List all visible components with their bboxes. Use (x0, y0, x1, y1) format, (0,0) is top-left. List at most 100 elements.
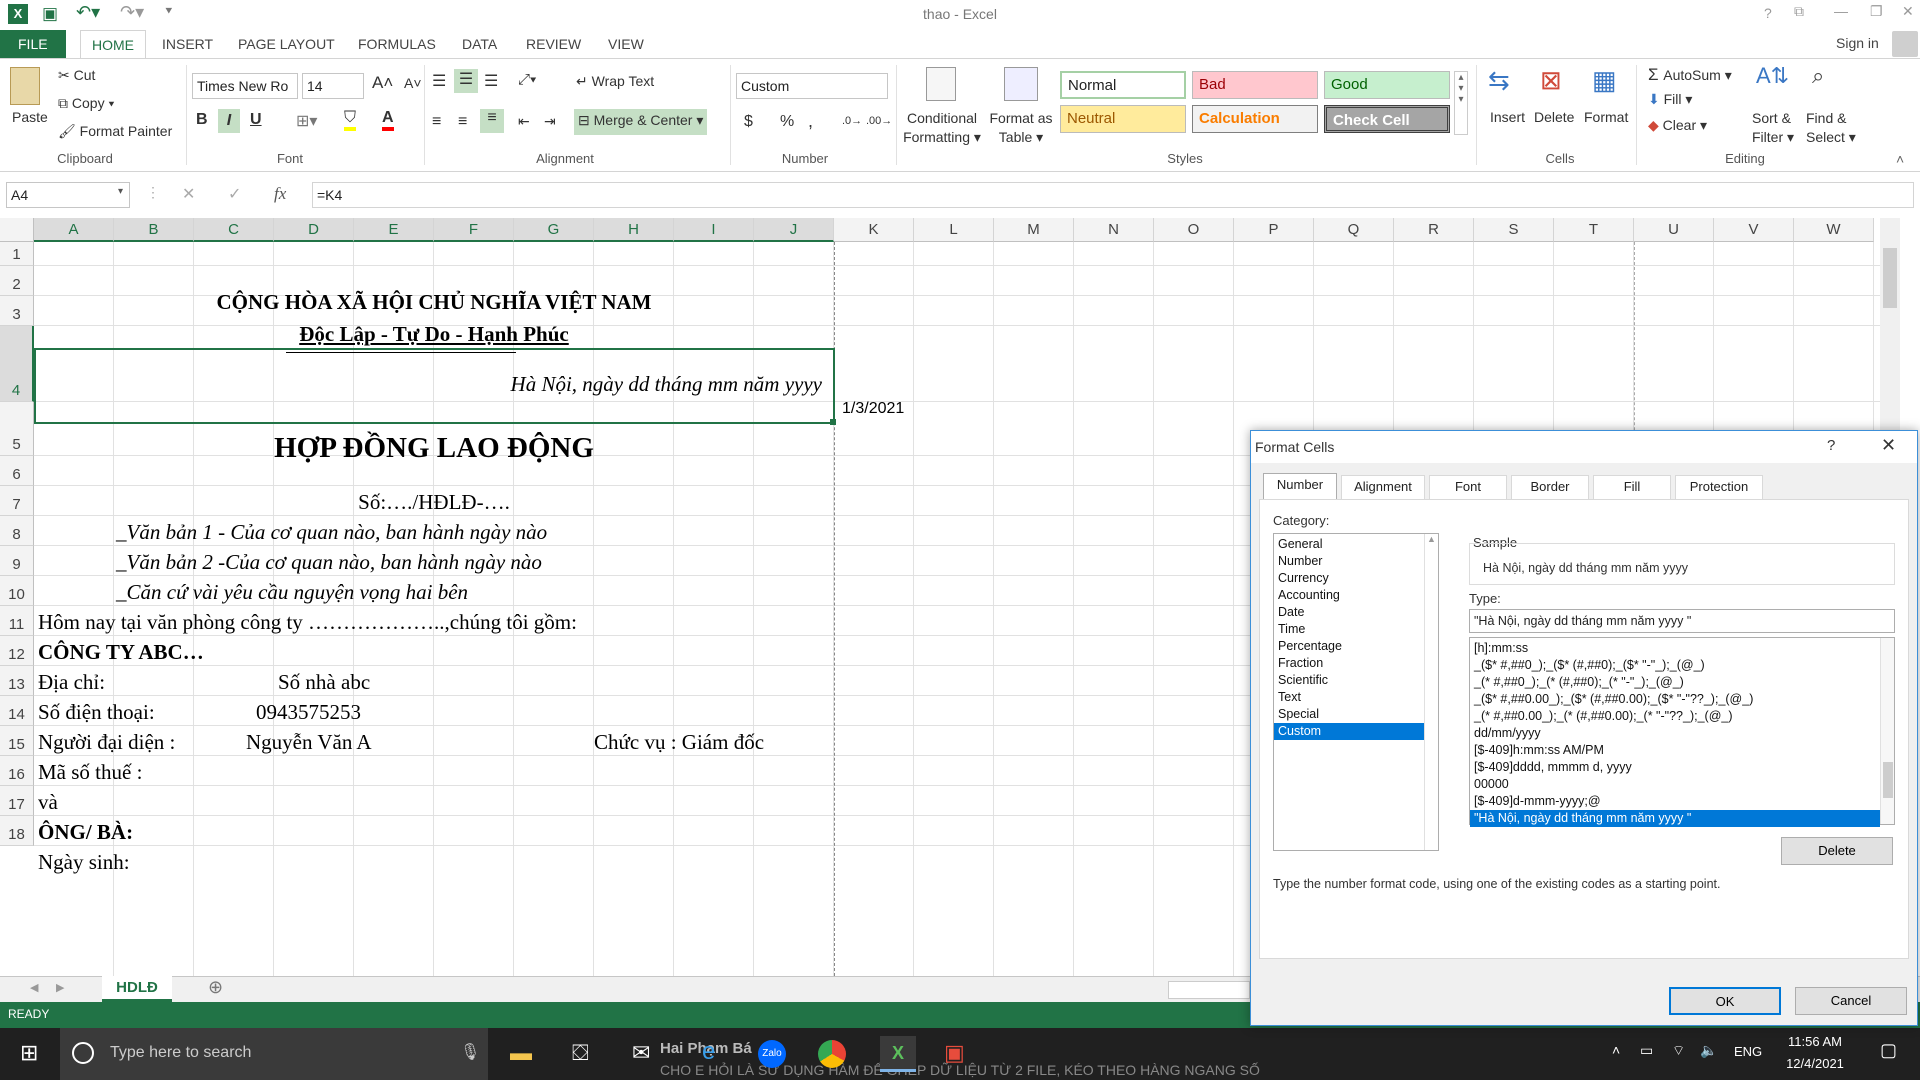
format-code-item[interactable]: _(* #,##0_);_(* (#,##0);_(* "-"_);_(@_) (1470, 674, 1880, 691)
insert-cells-icon[interactable]: ⇆ (1488, 65, 1510, 96)
category-item[interactable]: Time (1274, 621, 1424, 638)
delete-cells-button[interactable]: Delete (1534, 109, 1574, 125)
column-header-n[interactable]: N (1074, 218, 1154, 242)
cell-d13[interactable]: 0943575253 (256, 700, 361, 725)
format-scroll-thumb[interactable] (1883, 762, 1893, 798)
format-scrollbar[interactable] (1880, 638, 1894, 824)
format-code-item[interactable]: _(* #,##0.00_);_(* (#,##0.00);_(* "-"??_… (1470, 708, 1880, 725)
underline-button[interactable]: U (250, 111, 262, 129)
style-calculation[interactable]: Calculation (1192, 105, 1318, 133)
format-cells-icon[interactable]: ▦ (1592, 65, 1617, 96)
row-header-4[interactable]: 4 (0, 326, 34, 402)
next-sheet-icon[interactable]: ▶ (56, 981, 64, 994)
minimize-icon[interactable]: — (1834, 3, 1848, 19)
category-item[interactable]: Fraction (1274, 655, 1424, 672)
row-header-10[interactable]: 10 (0, 576, 34, 606)
grow-font-icon[interactable]: A˄ (372, 73, 393, 93)
dialog-close-button[interactable]: ✕ (1881, 435, 1896, 456)
cell-b9[interactable]: _Căn cứ vài yêu cầu nguyện vọng hai bên (116, 580, 468, 605)
name-box[interactable]: A4 (6, 182, 130, 208)
row-header-2[interactable]: 2 (0, 266, 34, 296)
row-header-18[interactable]: 18 (0, 816, 34, 846)
wrap-text-button[interactable]: ↵ Wrap Text (576, 73, 654, 90)
font-name-select[interactable]: Times New Ro (192, 73, 298, 99)
decrease-indent-icon[interactable]: ⇤ (518, 113, 530, 130)
conditional-formatting-button[interactable]: Conditional Formatting ▾ (902, 109, 982, 147)
format-code-item[interactable]: [h]:mm:ss (1470, 640, 1880, 657)
currency-button[interactable]: $ (744, 113, 753, 131)
increase-decimal-icon[interactable]: .0→ (842, 115, 862, 127)
cell-a18[interactable]: Ngày sinh: (38, 850, 130, 875)
row-header-13[interactable]: 13 (0, 666, 34, 696)
percent-button[interactable]: % (780, 113, 794, 131)
tab-font[interactable]: Font (1429, 475, 1507, 499)
microphone-icon[interactable]: 🎙 (460, 1042, 480, 1062)
orientation-icon[interactable]: ⤢▾ (518, 71, 536, 88)
close-window-icon[interactable]: ✕ (1902, 3, 1914, 20)
decrease-decimal-icon[interactable]: .00→ (866, 115, 892, 127)
row-header-16[interactable]: 16 (0, 756, 34, 786)
help-button[interactable]: ? (1764, 5, 1772, 21)
styles-scroll-icon[interactable]: ▴ ▾ ▾ (1454, 71, 1468, 135)
notification-icon[interactable]: ▢ (1880, 1040, 1897, 1061)
column-header-c[interactable]: C (194, 218, 274, 242)
format-code-item[interactable]: _($* #,##0_);_($* (#,##0);_($* "-"_);_(@… (1470, 657, 1880, 674)
style-neutral[interactable]: Neutral (1060, 105, 1186, 133)
excel-taskbar-icon[interactable]: X (880, 1036, 916, 1072)
column-header-w[interactable]: W (1794, 218, 1874, 242)
format-as-table-icon[interactable] (1004, 67, 1038, 101)
ribbon-display-icon[interactable]: ⧉ (1794, 3, 1804, 20)
column-header-t[interactable]: T (1554, 218, 1634, 242)
format-codes-list[interactable]: [h]:mm:ss _($* #,##0_);_($* (#,##0);_($* … (1469, 637, 1895, 827)
category-item[interactable]: Date (1274, 604, 1424, 621)
sort-filter-icon[interactable]: A⇅ (1756, 63, 1789, 89)
column-header-h[interactable]: H (594, 218, 674, 242)
cell-a5[interactable]: HỢP ĐỒNG LAO ĐỘNG (34, 432, 834, 465)
style-check-cell[interactable]: Check Cell (1324, 105, 1450, 133)
tab-protection[interactable]: Protection (1675, 475, 1763, 499)
row-header-15[interactable]: 15 (0, 726, 34, 756)
category-scrollbar[interactable]: ▲ (1424, 534, 1438, 850)
taskbar-search[interactable]: Type here to search 🎙 (60, 1028, 488, 1080)
row-header-11[interactable]: 11 (0, 606, 34, 636)
tab-fill[interactable]: Fill (1593, 475, 1671, 499)
cell-a3[interactable]: Độc Lập - Tự Do - Hạnh Phúc (34, 322, 834, 347)
prev-sheet-icon[interactable]: ◀ (30, 981, 38, 994)
format-cells-button[interactable]: Format (1584, 109, 1628, 125)
category-item[interactable]: Custom (1274, 723, 1424, 740)
avatar[interactable] (1892, 31, 1918, 57)
format-code-item[interactable]: _($* #,##0.00_);_($* (#,##0.00);_($* "-"… (1470, 691, 1880, 708)
row-header-7[interactable]: 7 (0, 486, 34, 516)
clear-button[interactable]: ◆ Clear ▾ (1648, 117, 1707, 134)
column-header-a[interactable]: A (34, 218, 114, 242)
dialog-help-button[interactable]: ? (1827, 437, 1835, 454)
ok-button[interactable]: OK (1669, 987, 1781, 1015)
column-header-q[interactable]: Q (1314, 218, 1394, 242)
scroll-thumb[interactable] (1883, 248, 1897, 308)
autosum-button[interactable]: Σ AutoSum ▾ (1648, 65, 1732, 85)
column-header-k[interactable]: K (834, 218, 914, 242)
column-header-s[interactable]: S (1474, 218, 1554, 242)
row-header-1[interactable]: 1 (0, 242, 34, 266)
paste-icon[interactable] (10, 67, 40, 105)
font-color-icon[interactable]: A (382, 109, 394, 131)
cell-h14[interactable]: Chức vụ : Giám đốc (594, 730, 764, 755)
cell-a12[interactable]: Địa chỉ: (38, 670, 105, 695)
format-code-item[interactable]: 00000 (1470, 776, 1880, 793)
format-code-item[interactable]: [$-409]dddd, mmmm d, yyyy (1470, 759, 1880, 776)
enter-icon[interactable]: ✓ (228, 184, 241, 204)
cell-a4[interactable]: Hà Nội, ngày dd tháng mm năm yyyy (34, 372, 822, 397)
tab-number[interactable]: Number (1263, 473, 1337, 499)
cell-a6[interactable]: Số:…./HĐLĐ-…. (34, 490, 834, 515)
column-header-j[interactable]: J (754, 218, 834, 242)
tab-formulas[interactable]: FORMULAS (350, 30, 444, 58)
format-painter-button[interactable]: 🖌 Format Painter (58, 123, 172, 140)
cell-a14[interactable]: Người đại diện : (38, 730, 175, 755)
tab-data[interactable]: DATA (454, 30, 505, 58)
cancel-button[interactable]: Cancel (1795, 987, 1907, 1015)
row-header-12[interactable]: 12 (0, 636, 34, 666)
cell-c14[interactable]: Nguyễn Văn A (246, 730, 372, 755)
align-left-icon[interactable]: ≡ (432, 113, 441, 131)
tab-view[interactable]: VIEW (600, 30, 652, 58)
volume-icon[interactable]: 🔈 (1700, 1042, 1717, 1059)
